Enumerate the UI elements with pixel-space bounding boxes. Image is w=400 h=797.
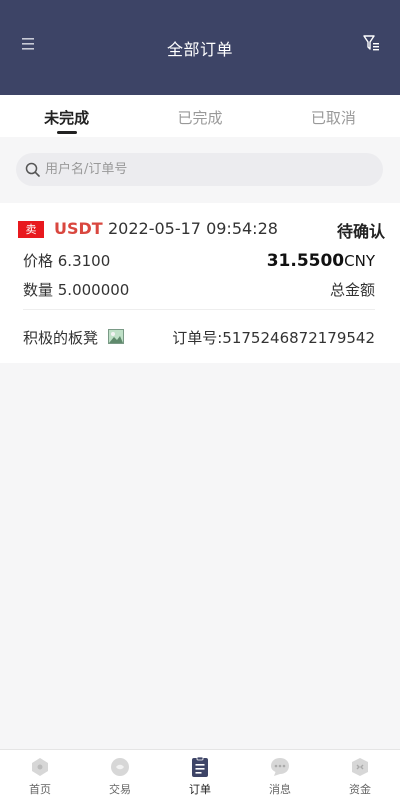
order-number: 订单号:517524687217954​2 bbox=[172, 329, 375, 347]
total-amount-label: 总金额 bbox=[329, 281, 375, 299]
tab-incomplete[interactable]: 未完成 bbox=[0, 95, 133, 137]
search-icon bbox=[25, 162, 40, 177]
trade-icon bbox=[111, 758, 129, 776]
page-title: 全部订单 bbox=[166, 40, 233, 59]
bottom-nav: 首页 交易 订单 消息 资金 bbox=[0, 749, 400, 797]
search-section bbox=[0, 137, 400, 203]
nav-trade[interactable]: 交易 bbox=[80, 750, 160, 797]
tab-cancelled[interactable]: 已取消 bbox=[267, 95, 400, 137]
message-icon bbox=[271, 758, 289, 776]
wallet-icon bbox=[352, 758, 368, 776]
order-datetime: 2022-05-17 09:54:28 bbox=[108, 219, 278, 238]
divider bbox=[23, 309, 375, 310]
order-quantity: 数量 5.000000 bbox=[23, 281, 130, 299]
nav-messages-label: 消息 bbox=[269, 783, 291, 796]
nav-funds-label: 资金 bbox=[349, 783, 371, 796]
nav-home[interactable]: 首页 bbox=[0, 750, 80, 797]
header: 全部订单 bbox=[0, 0, 400, 95]
order-status-tabs: 未完成 已完成 已取消 bbox=[0, 95, 400, 137]
nav-home-label: 首页 bbox=[29, 783, 51, 796]
order-status: 待确认 bbox=[336, 222, 385, 241]
search-input[interactable] bbox=[45, 162, 345, 177]
order-icon bbox=[192, 756, 208, 777]
order-total-amount: 31.5500CNY bbox=[267, 251, 375, 271]
nav-orders-label: 订单 bbox=[189, 783, 211, 796]
coin-name: USDT bbox=[54, 219, 103, 238]
search-bar[interactable] bbox=[16, 153, 383, 186]
nav-orders[interactable]: 订单 bbox=[160, 750, 240, 797]
tab-completed[interactable]: 已完成 bbox=[133, 95, 266, 137]
sell-badge: 卖 bbox=[18, 221, 44, 238]
nav-funds[interactable]: 资金 bbox=[320, 750, 400, 797]
order-price: 价格 6.3100 bbox=[23, 252, 111, 270]
total-amount-value: 31.5500 bbox=[266, 251, 345, 271]
counterparty-name: 积极的板凳 bbox=[23, 329, 99, 347]
image-icon bbox=[108, 329, 124, 344]
currency-unit: CNY bbox=[344, 252, 375, 270]
filter-icon[interactable] bbox=[362, 34, 380, 52]
nav-messages[interactable]: 消息 bbox=[240, 750, 320, 797]
home-icon bbox=[32, 758, 48, 776]
order-header-row: 卖 USDT 2022-05-17 09:54:28 待确认 bbox=[18, 219, 385, 243]
nav-trade-label: 交易 bbox=[109, 783, 131, 796]
